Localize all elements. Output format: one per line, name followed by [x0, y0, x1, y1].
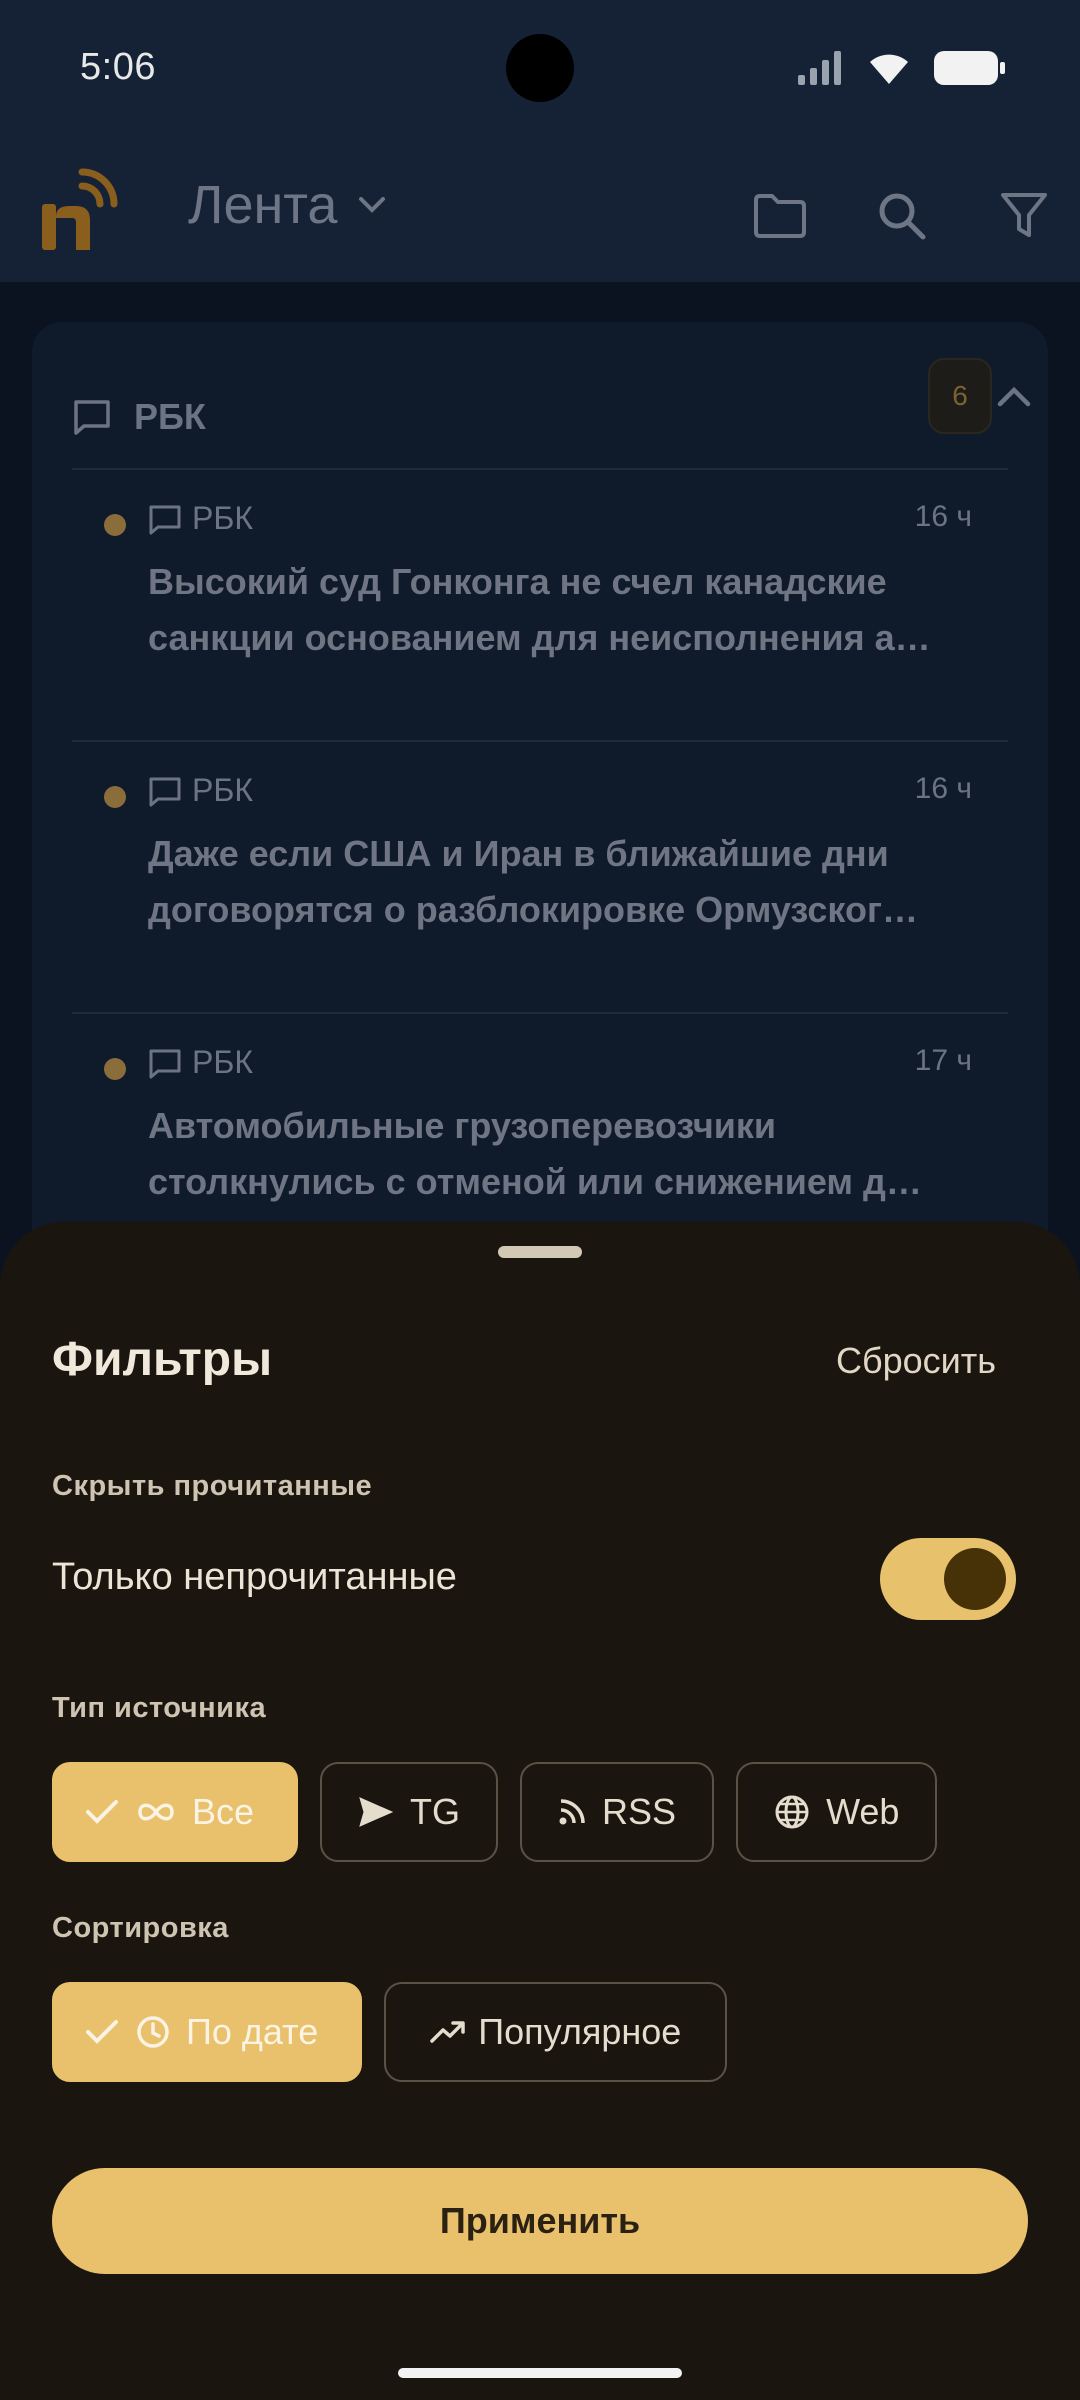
chip-source-all[interactable]: Все	[52, 1762, 299, 1862]
news-time: 17 ч	[914, 1044, 972, 1077]
news-title-line: договорятся о разблокировке Ормузског…	[148, 889, 918, 930]
unread-count-badge: 6	[928, 358, 992, 434]
chat-bubble-icon	[74, 400, 110, 435]
chip-sort-date[interactable]: По дате	[52, 1982, 363, 2082]
chip-label: Web	[826, 1791, 900, 1832]
unread-dot	[104, 786, 126, 808]
news-title-line: столкнулись с отменой или снижением д…	[148, 1161, 922, 1202]
chat-bubble-icon	[149, 1049, 181, 1079]
unread-only-toggle[interactable]	[880, 1538, 1016, 1620]
chip-label: TG	[410, 1791, 461, 1832]
folder-button[interactable]	[744, 180, 816, 252]
chip-sort-popular[interactable]: Популярное	[384, 1982, 728, 2082]
section-label-source-type: Тип источника	[52, 1692, 267, 1724]
news-title: Даже если США и Иран в ближайшие дни дог…	[148, 826, 978, 938]
news-item[interactable]: РБК 16 ч Высокий суд Гонконга не счел ка…	[72, 470, 1008, 740]
check-icon	[86, 2020, 118, 2044]
filter-button[interactable]	[988, 180, 1060, 252]
sheet-drag-handle[interactable]	[498, 1246, 582, 1258]
sheet-title: Фильтры	[52, 1333, 273, 1386]
wifi-icon	[870, 54, 908, 84]
search-button[interactable]	[866, 180, 938, 252]
app-actions	[744, 180, 1060, 252]
chat-bubble-icon	[149, 777, 181, 807]
source-type-chips: Все TG RSS Web	[52, 1762, 938, 1862]
group-header[interactable]: РБК	[72, 362, 1008, 472]
status-bar: 5:06	[0, 0, 1080, 140]
globe-icon	[775, 1795, 809, 1829]
chip-label: По дате	[186, 2011, 319, 2052]
news-title-line: санкции основанием для неисполнения а…	[148, 617, 931, 658]
chip-source-rss[interactable]: RSS	[520, 1762, 715, 1862]
clock-icon	[137, 2016, 169, 2048]
chip-source-tg[interactable]: TG	[320, 1762, 499, 1862]
gesture-nav-bar[interactable]	[398, 2368, 682, 2378]
rss-icon	[559, 1799, 585, 1825]
reset-button[interactable]: Сбросить	[836, 1340, 996, 1382]
news-title: Высокий суд Гонконга не счел канадские с…	[148, 554, 978, 666]
news-source: РБК	[192, 1044, 253, 1080]
news-item[interactable]: РБК 16 ч Даже если США и Иран в ближайши…	[72, 742, 1008, 1012]
unread-dot	[104, 514, 126, 536]
filters-bottom-sheet: Фильтры Сбросить Скрыть прочитанные Толь…	[0, 1222, 1080, 2400]
feed-group-card: РБК 6 РБК 16 ч Высокий суд Гонконга не с…	[32, 322, 1048, 1322]
chevron-up-icon[interactable]	[988, 370, 1040, 422]
news-source: РБК	[192, 500, 253, 536]
unread-dot	[104, 1058, 126, 1080]
send-icon	[359, 1797, 394, 1827]
chip-label: Все	[192, 1791, 255, 1832]
chip-label: Популярное	[478, 2011, 682, 2052]
trending-icon	[430, 2021, 465, 2043]
filter-icon	[1001, 193, 1047, 237]
app-logo-icon	[42, 168, 118, 250]
news-title-line: Даже если США и Иран в ближайшие дни	[148, 833, 889, 874]
battery-icon	[934, 51, 1005, 85]
folder-icon	[754, 194, 806, 238]
status-icons	[798, 50, 1006, 86]
chip-source-web[interactable]: Web	[736, 1762, 938, 1862]
news-source: РБК	[192, 772, 253, 808]
feed-selector[interactable]: Лента	[188, 174, 387, 236]
news-title: Автомобильные грузоперевозчики столкнули…	[148, 1098, 978, 1210]
news-time: 16 ч	[914, 772, 972, 805]
unread-only-label: Только непрочитанные	[52, 1556, 457, 1598]
section-label-hide-read: Скрыть прочитанные	[52, 1470, 373, 1502]
section-label-sort: Сортировка	[52, 1912, 229, 1944]
news-time: 16 ч	[914, 500, 972, 533]
chat-bubble-icon	[149, 505, 181, 535]
news-title-line: Автомобильные грузоперевозчики	[148, 1105, 777, 1146]
search-icon	[879, 193, 926, 240]
infinity-icon	[138, 1803, 174, 1821]
check-icon	[86, 1800, 118, 1824]
camera-cutout	[506, 34, 574, 102]
chip-label: RSS	[602, 1791, 677, 1832]
group-name: РБК	[134, 396, 206, 437]
status-time: 5:06	[80, 46, 156, 88]
signal-icon	[798, 51, 841, 85]
apply-button[interactable]: Применить	[52, 2168, 1028, 2274]
feed-title: Лента	[188, 175, 338, 235]
toggle-knob	[944, 1548, 1006, 1610]
chevron-down-icon	[359, 197, 386, 213]
sort-chips: По дате Популярное	[52, 1982, 728, 2082]
news-title-line: Высокий суд Гонконга не счел канадские	[148, 561, 887, 602]
app-bar: Лента	[0, 140, 1080, 282]
